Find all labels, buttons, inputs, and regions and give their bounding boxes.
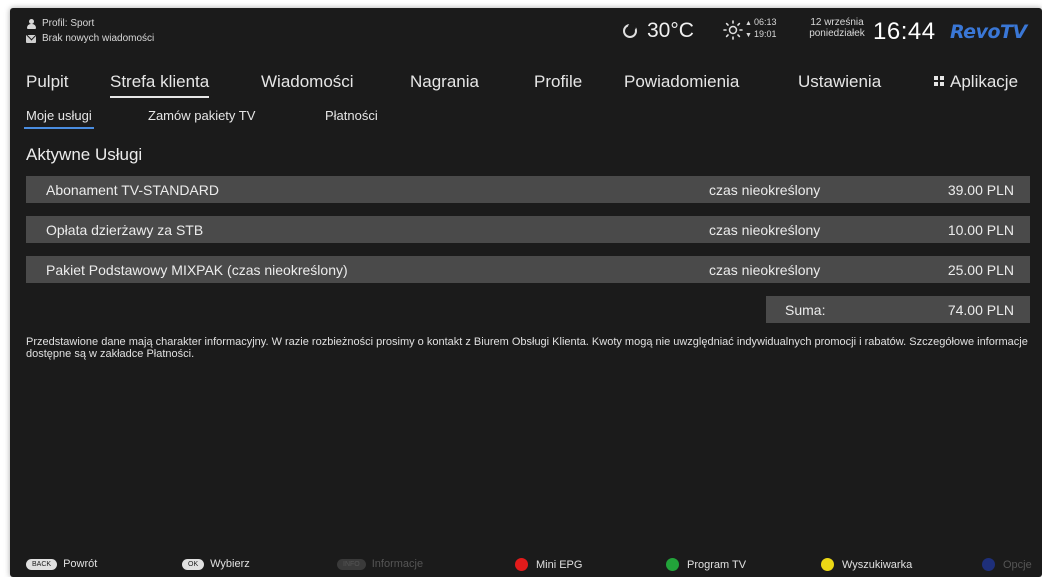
service-price: 39.00 PLN — [947, 182, 1014, 198]
service-row[interactable]: Pakiet Podstawowy MIXPAK (czas nieokreśl… — [26, 256, 1030, 283]
sum-row: Suma: 74.00 PLN — [766, 296, 1030, 323]
messages-indicator: Brak nowych wiadomości — [26, 33, 154, 44]
mail-icon — [26, 34, 36, 43]
nav-strefa-klienta[interactable]: Strefa klienta — [110, 72, 210, 98]
back-key-icon: BACK — [26, 558, 58, 570]
nav-aplikacje[interactable]: Aplikacje — [934, 72, 1018, 92]
service-period: czas nieokreślony — [709, 182, 821, 198]
hint-blue-label: Opcje — [1003, 558, 1032, 571]
hint-ok[interactable]: OK Wybierz — [182, 558, 250, 570]
messages-label: Brak nowych wiadomości — [42, 33, 155, 44]
nav-pulpit[interactable]: Pulpit — [26, 72, 69, 92]
service-row[interactable]: Abonament TV-STANDARD czas nieokreślony … — [26, 176, 1030, 203]
service-period: czas nieokreślony — [709, 222, 821, 238]
hint-yellow[interactable]: Wyszukiwarka — [821, 558, 912, 571]
profile-indicator: Profil: Sport — [26, 18, 94, 29]
moon-icon — [623, 23, 637, 38]
section-title: Aktywne Usługi — [26, 145, 143, 164]
hint-back[interactable]: BACK Powrót — [26, 558, 97, 570]
sun-times: ▲ 06:13 ▼ 19:01 — [745, 17, 776, 41]
apps-grid-icon — [934, 76, 944, 86]
service-price: 10.00 PLN — [947, 222, 1014, 238]
profile-label: Profil: Sport — [42, 18, 95, 29]
tv-screen: Profil: Sport Brak nowych wiadomości 30°… — [10, 8, 1042, 577]
date-weekday: poniedziałek — [809, 28, 865, 39]
tab-zamow-pakiety[interactable]: Zamów pakiety TV — [148, 108, 255, 123]
hint-info: INFO Informacje — [337, 558, 423, 570]
hint-red[interactable]: Mini EPG — [515, 558, 582, 571]
hint-ok-label: Wybierz — [210, 558, 250, 570]
sunset-time: 19:01 — [753, 29, 777, 39]
nav-nagrania[interactable]: Nagrania — [410, 72, 479, 92]
info-key-icon: INFO — [337, 558, 366, 570]
sunrise-time: 06:13 — [753, 17, 777, 27]
sum-value: 74.00 PLN — [947, 302, 1014, 318]
main-nav: Pulpit Strefa klienta Wiadomości Nagrani… — [10, 66, 1042, 100]
ok-key-icon: OK — [182, 558, 205, 570]
nav-wiadomosci[interactable]: Wiadomości — [261, 72, 354, 92]
service-price: 25.00 PLN — [947, 262, 1014, 278]
hint-yellow-label: Wyszukiwarka — [842, 558, 913, 571]
green-button-icon — [666, 558, 679, 571]
nav-ustawienia[interactable]: Ustawienia — [798, 72, 881, 92]
service-period: czas nieokreślony — [709, 262, 821, 278]
hint-blue: Opcje — [982, 558, 1032, 571]
hint-red-label: Mini EPG — [536, 558, 583, 571]
nav-powiadomienia[interactable]: Powiadomienia — [624, 72, 739, 92]
service-name: Opłata dzierżawy za STB — [46, 222, 204, 238]
date-day: 12 września — [810, 17, 864, 28]
arrow-up-icon: ▲ — [745, 20, 752, 27]
sum-label: Suma: — [785, 302, 826, 318]
weather: 30°C — [623, 19, 694, 43]
revotv-logo: RevoTV — [950, 21, 1027, 43]
info-disclaimer: Przedstawione dane mają charakter inform… — [26, 336, 1028, 360]
hint-back-label: Powrót — [63, 558, 98, 570]
nav-aplikacje-label: Aplikacje — [950, 72, 1019, 91]
date: 12 września poniedziałek — [805, 17, 869, 39]
service-name: Abonament TV-STANDARD — [46, 182, 219, 198]
red-button-icon — [515, 558, 528, 571]
status-bar: Profil: Sport Brak nowych wiadomości 30°… — [10, 8, 1042, 56]
hint-green[interactable]: Program TV — [666, 558, 746, 571]
tab-moje-uslugi[interactable]: Moje usługi — [24, 108, 94, 129]
yellow-button-icon — [821, 558, 834, 571]
person-icon — [26, 18, 36, 29]
clock: 16:44 — [873, 18, 936, 45]
sun-icon — [723, 20, 743, 40]
arrow-down-icon: ▼ — [745, 32, 752, 39]
temperature: 30°C — [647, 19, 694, 42]
hint-info-label: Informacje — [371, 558, 424, 570]
nav-profile[interactable]: Profile — [534, 72, 582, 92]
blue-button-icon — [982, 558, 995, 571]
tab-platnosci[interactable]: Płatności — [325, 108, 378, 123]
service-name: Pakiet Podstawowy MIXPAK (czas nieokreśl… — [46, 262, 348, 278]
hint-green-label: Program TV — [687, 558, 747, 571]
service-row[interactable]: Opłata dzierżawy za STB czas nieokreślon… — [26, 216, 1030, 243]
